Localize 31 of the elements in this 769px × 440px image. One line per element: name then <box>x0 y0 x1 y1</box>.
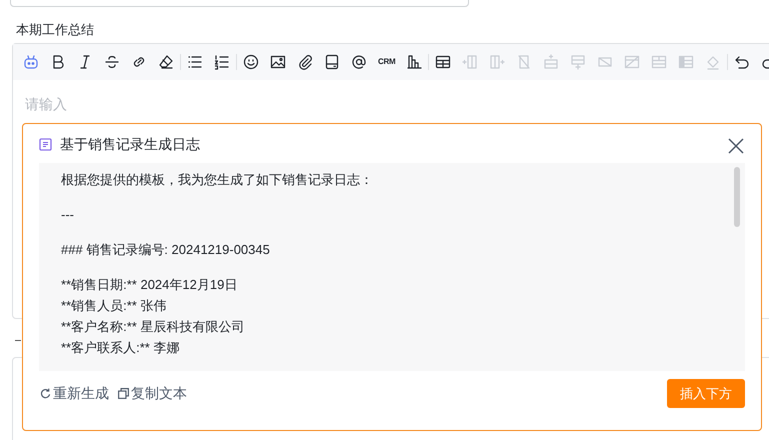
drive-icon[interactable] <box>324 54 340 70</box>
eraser-icon[interactable] <box>158 54 174 70</box>
copy-icon <box>117 387 130 400</box>
generated-text-line: ### 销售记录编号: 20241219-00345 <box>61 241 271 259</box>
at-sign-icon[interactable] <box>351 54 367 70</box>
smiley-icon[interactable] <box>243 54 259 70</box>
regenerate-button[interactable]: 重新生成 <box>39 383 109 404</box>
document-icon <box>39 138 52 151</box>
robot-icon[interactable] <box>23 54 39 70</box>
strikethrough-icon[interactable] <box>104 54 120 70</box>
close-button[interactable] <box>727 136 745 154</box>
bar-chart-icon[interactable] <box>406 54 422 70</box>
popup-title: 基于销售记录生成日志 <box>60 135 200 154</box>
copy-text-button[interactable]: 复制文本 <box>117 383 187 404</box>
section-label: 本期工作总结 <box>16 21 94 39</box>
paperclip-icon[interactable] <box>297 54 313 70</box>
crm-button[interactable]: CRM <box>378 56 396 68</box>
undo-icon[interactable] <box>734 54 750 70</box>
refresh-icon <box>39 387 52 400</box>
generated-text-line: 根据您提供的模板，我为您生成了如下销售记录日志： <box>61 171 374 189</box>
scrollbar[interactable] <box>734 167 740 227</box>
generated-text-line: **销售人员:** 张伟 <box>61 297 168 315</box>
generated-text-line: **客户联系人:** 李娜 <box>61 339 180 357</box>
editor-input-field[interactable]: 请输入 <box>13 80 313 129</box>
table-icon[interactable] <box>435 54 452 70</box>
generated-text-line: **销售日期:** 2024年12月19日 <box>61 276 238 294</box>
generated-text-line: --- <box>61 206 75 224</box>
image-icon[interactable] <box>270 54 286 70</box>
numbered-list-icon[interactable] <box>214 54 230 70</box>
bullet-list-icon[interactable] <box>187 54 203 70</box>
generated-text-line: **客户名称:** 星辰科技有限公司 <box>61 318 246 336</box>
